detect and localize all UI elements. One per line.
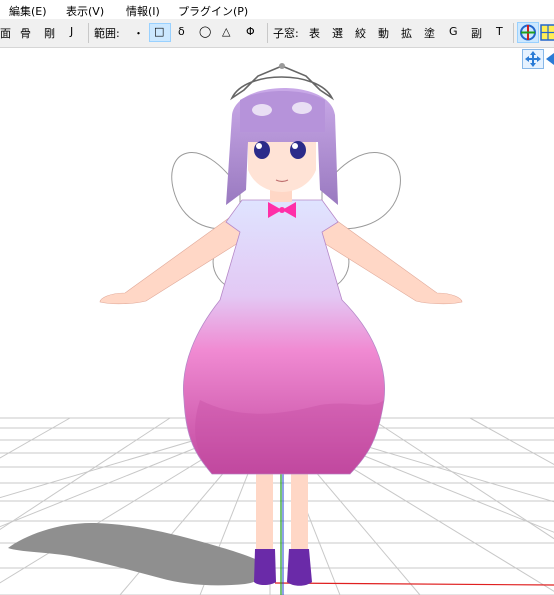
range-delta-button[interactable]: δ [178,25,185,38]
toolbar-separator [88,23,89,43]
left-leg [256,465,273,557]
x-axis-line [274,582,554,586]
right-eye [290,141,306,159]
g-button[interactable]: G [449,25,458,38]
right-eye-highlight [292,143,298,149]
range-label: 範囲: [94,27,120,40]
right-leg [291,465,308,557]
3d-viewport[interactable] [0,48,554,595]
morph-button[interactable]: 絞 [355,25,366,41]
toolbar-separator [513,23,514,43]
menu-info[interactable]: 情報(I) [126,3,160,19]
viewpoint-rotate-icon[interactable] [517,22,539,43]
viewport-scene [0,63,554,595]
scale-button[interactable]: 拡 [401,25,412,41]
table-button[interactable]: 表 [309,25,320,41]
bow-center [279,207,285,213]
tiara-jewel [279,63,285,69]
left-eye-highlight [256,143,262,149]
toolbar-separator [267,23,268,43]
range-triangle-button[interactable]: △ [222,25,230,38]
left-shoe [254,549,276,585]
menu-bar: 編集(E) 表示(V) 情報(I) プラグイン(P) [0,0,554,19]
tool-bone[interactable]: 骨 [20,25,31,41]
tool-rigid[interactable]: 剛 [44,25,55,41]
menu-view[interactable]: 表示(V) [66,3,104,19]
menu-plugin[interactable]: プラグイン(P) [178,3,248,19]
toolbar: 面 骨 剛 J 範囲: ・ □ δ ◯ △ Φ 子窓: 表 選 絞 動 拡 塗 … [0,19,554,48]
move-view-icon[interactable] [522,49,544,69]
select-button[interactable]: 選 [332,25,343,41]
arrow-left-icon[interactable] [544,49,554,69]
tool-face[interactable]: 面 [0,25,11,41]
t-button[interactable]: T [496,25,503,38]
range-circle-button[interactable]: ◯ [199,25,211,38]
left-eye [254,141,270,159]
move-button[interactable]: 動 [378,25,389,41]
range-phi-button[interactable]: Φ [246,25,255,38]
grid-view-icon[interactable] [540,24,554,41]
sub-button[interactable]: 副 [471,25,482,41]
menu-edit[interactable]: 編集(E) [9,3,47,19]
tool-joint[interactable]: J [70,25,73,38]
range-point-button[interactable]: ・ [133,25,144,41]
right-shoe [287,549,312,586]
hair-highlight [252,104,272,116]
paint-button[interactable]: 塗 [424,25,435,41]
range-rect-button[interactable]: □ [154,25,164,38]
sub-window-label: 子窓: [273,27,299,40]
hair-highlight [292,102,312,114]
